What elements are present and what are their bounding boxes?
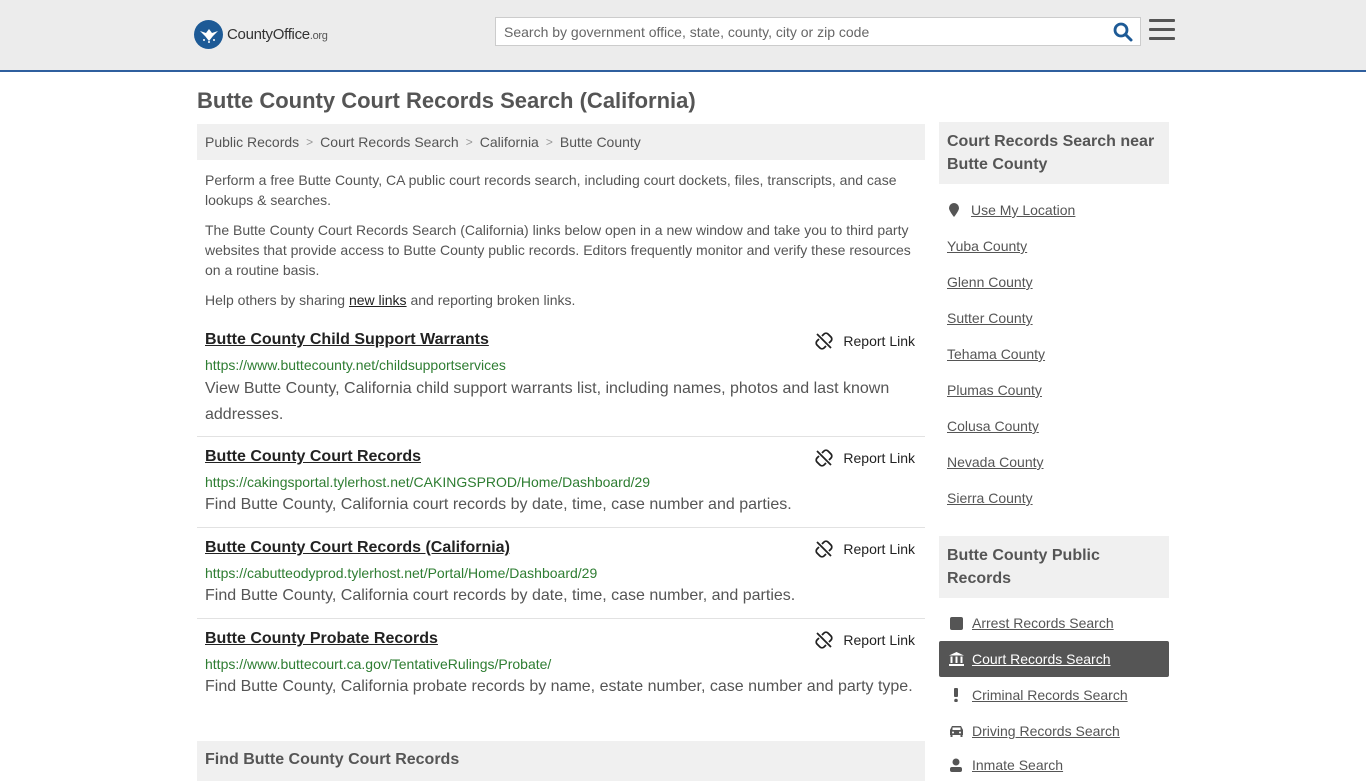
result-title-link[interactable]: Butte County Probate Records bbox=[205, 630, 438, 648]
breadcrumb-court-records-search[interactable]: Court Records Search bbox=[320, 134, 459, 150]
search-input[interactable] bbox=[496, 18, 1096, 45]
top-bar: CountyOffice.org bbox=[0, 0, 1366, 72]
inmate-icon bbox=[948, 758, 964, 772]
logo-text: CountyOffice.org bbox=[227, 26, 328, 43]
exclamation-icon bbox=[948, 688, 964, 702]
nearby-county-link[interactable]: Plumas County bbox=[947, 382, 1042, 398]
nearby-county-link[interactable]: Nevada County bbox=[947, 454, 1044, 470]
result-url: https://cakingsportal.tylerhost.net/CAKI… bbox=[205, 474, 651, 490]
breadcrumb-public-records[interactable]: Public Records bbox=[205, 134, 299, 150]
breadcrumb-california[interactable]: California bbox=[480, 134, 539, 150]
breadcrumb-butte-county[interactable]: Butte County bbox=[560, 134, 641, 150]
broken-link-icon bbox=[815, 631, 834, 649]
result-title-link[interactable]: Butte County Court Records (California) bbox=[205, 539, 510, 557]
car-icon bbox=[948, 725, 964, 737]
sidebar-item-court-records[interactable]: Court Records Search bbox=[939, 641, 1169, 677]
broken-link-icon bbox=[815, 449, 834, 467]
disclaimer-paragraph: The Butte County Court Records Search (C… bbox=[205, 222, 911, 278]
square-icon bbox=[948, 616, 964, 630]
nearby-county-link[interactable]: Glenn County bbox=[947, 274, 1033, 290]
report-link-button[interactable]: Report Link bbox=[815, 449, 915, 467]
nearby-county-link[interactable]: Colusa County bbox=[947, 418, 1039, 434]
logo[interactable]: CountyOffice.org bbox=[194, 20, 328, 49]
courthouse-icon bbox=[948, 652, 964, 666]
sidebar-item-arrest-records[interactable]: Arrest Records Search bbox=[939, 605, 1169, 641]
nearby-county-link[interactable]: Tehama County bbox=[947, 346, 1045, 362]
breadcrumb-separator: > bbox=[465, 135, 473, 149]
result-title-link[interactable]: Butte County Court Records bbox=[205, 448, 421, 466]
search-icon bbox=[1113, 22, 1133, 42]
report-link-button[interactable]: Report Link bbox=[815, 631, 915, 649]
breadcrumb-separator: > bbox=[306, 135, 314, 149]
search-button[interactable] bbox=[1112, 21, 1134, 43]
result-item: Butte County Probate Records Report Link… bbox=[197, 630, 925, 710]
result-description: Find Butte County, California court reco… bbox=[205, 496, 792, 513]
page-title: Butte County Court Records Search (Calif… bbox=[197, 88, 696, 113]
result-description: View Butte County, California child supp… bbox=[205, 380, 890, 423]
use-my-location-link[interactable]: Use My Location bbox=[947, 202, 1075, 218]
report-link-button[interactable]: Report Link bbox=[815, 540, 915, 558]
find-records-section-title: Find Butte County Court Records bbox=[197, 741, 925, 781]
breadcrumb-separator: > bbox=[545, 135, 553, 149]
nearby-county-link[interactable]: Sutter County bbox=[947, 310, 1033, 326]
result-item: Butte County Court Records Report Link h… bbox=[197, 448, 925, 528]
report-link-button[interactable]: Report Link bbox=[815, 332, 915, 350]
result-description: Find Butte County, California probate re… bbox=[205, 678, 913, 695]
logo-eagle-icon bbox=[194, 20, 223, 49]
sidebar-item-criminal-records[interactable]: Criminal Records Search bbox=[939, 677, 1169, 713]
intro-paragraph: Perform a free Butte County, CA public c… bbox=[205, 172, 897, 208]
new-links-link[interactable]: new links bbox=[349, 292, 407, 308]
nearby-heading: Court Records Search near Butte County bbox=[939, 122, 1169, 184]
sidebar-item-driving-records[interactable]: Driving Records Search bbox=[939, 713, 1169, 749]
result-url: https://cabutteodyprod.tylerhost.net/Por… bbox=[205, 565, 598, 581]
sidebar-item-inmate-search[interactable]: Inmate Search bbox=[939, 747, 1169, 783]
result-description: Find Butte County, California court reco… bbox=[205, 587, 796, 604]
broken-link-icon bbox=[815, 332, 834, 350]
search-box bbox=[495, 17, 1141, 46]
nearby-county-link[interactable]: Sierra County bbox=[947, 490, 1033, 506]
broken-link-icon bbox=[815, 540, 834, 558]
result-item: Butte County Child Support Warrants Repo… bbox=[197, 331, 925, 437]
result-item: Butte County Court Records (California) … bbox=[197, 539, 925, 619]
public-records-heading: Butte County Public Records bbox=[939, 536, 1169, 598]
map-pin-icon bbox=[949, 203, 959, 217]
breadcrumb: Public Records > Court Records Search > … bbox=[197, 124, 925, 160]
result-url: https://www.buttecounty.net/childsupport… bbox=[205, 357, 506, 373]
hamburger-menu-icon[interactable] bbox=[1149, 19, 1175, 41]
result-url: https://www.buttecourt.ca.gov/TentativeR… bbox=[205, 656, 552, 672]
share-paragraph: Help others by sharing new links and rep… bbox=[205, 292, 576, 308]
result-title-link[interactable]: Butte County Child Support Warrants bbox=[205, 331, 489, 349]
nearby-county-link[interactable]: Yuba County bbox=[947, 238, 1027, 254]
